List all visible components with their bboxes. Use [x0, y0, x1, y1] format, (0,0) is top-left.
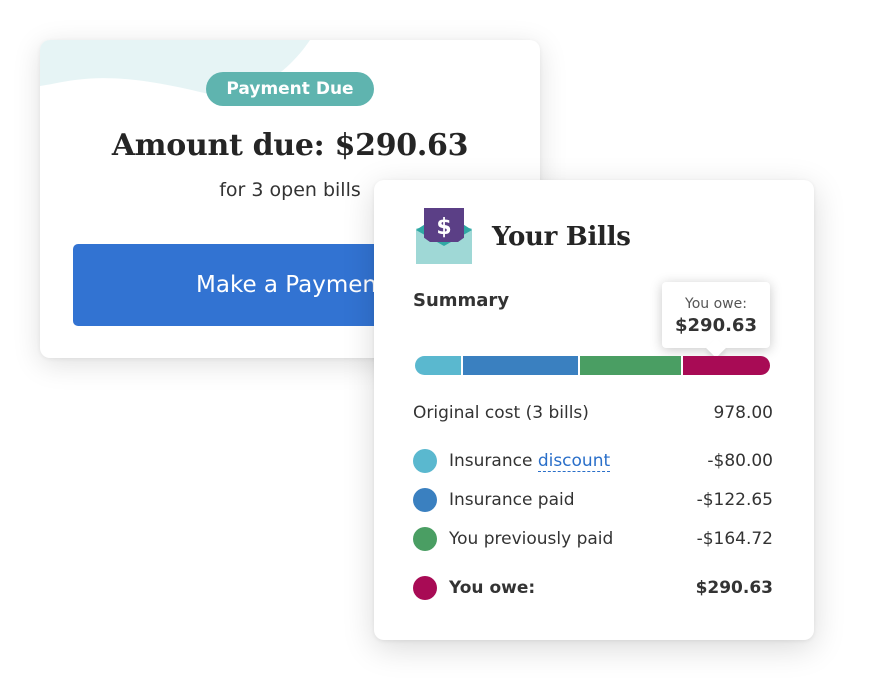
tooltip-label: You owe:: [685, 296, 747, 312]
payment-due-badge: Payment Due: [206, 72, 374, 106]
summary-bar-segment-1: [415, 356, 462, 375]
original-cost-label: Original cost (3 bills): [413, 403, 589, 423]
you-owe-label: You owe:: [449, 578, 536, 598]
insurance-discount-label: Insurance discount: [449, 451, 611, 472]
amount-due-heading: Amount due: $290.63: [111, 128, 469, 163]
you-owe-value: $290.63: [695, 578, 773, 598]
discount-link[interactable]: discount: [537, 451, 611, 472]
previously-paid-value: -$164.72: [696, 529, 773, 549]
insurance-paid-value: -$122.65: [696, 490, 773, 510]
insurance-paid-dot: [413, 488, 437, 512]
you-owe-row: You owe: $290.63: [413, 575, 773, 601]
summary-heading: Summary: [413, 290, 510, 311]
previously-paid-row: You previously paid -$164.72: [413, 526, 773, 552]
your-bills-heading: Your Bills: [492, 222, 631, 252]
original-cost-value: 978.00: [713, 403, 773, 423]
summary-bar-segment-3: [578, 356, 682, 375]
insurance-discount-row: Insurance discount -$80.00: [413, 448, 773, 474]
summary-bar: [415, 356, 770, 375]
original-cost-row: Original cost (3 bills) 978.00: [413, 400, 773, 426]
envelope-dollar-icon: $: [416, 208, 472, 264]
you-owe-dot: [413, 576, 437, 600]
insurance-paid-label: Insurance paid: [449, 490, 575, 510]
insurance-paid-row: Insurance paid -$122.65: [413, 487, 773, 513]
tooltip-value: $290.63: [675, 315, 757, 336]
stage: Payment Due Amount due: $290.63 for 3 op…: [0, 0, 872, 696]
you-owe-tooltip: You owe: $290.63: [662, 282, 770, 348]
summary-bar-segment-2: [461, 356, 579, 375]
your-bills-card: $ Your Bills Summary You owe: $290.63 Or…: [374, 180, 814, 640]
svg-text:$: $: [436, 215, 451, 240]
insurance-discount-value: -$80.00: [707, 451, 773, 471]
insurance-discount-prefix: Insurance: [449, 451, 538, 471]
summary-bar-segment-4: [681, 356, 770, 375]
insurance-discount-dot: [413, 449, 437, 473]
previously-paid-dot: [413, 527, 437, 551]
previously-paid-label: You previously paid: [449, 529, 614, 549]
